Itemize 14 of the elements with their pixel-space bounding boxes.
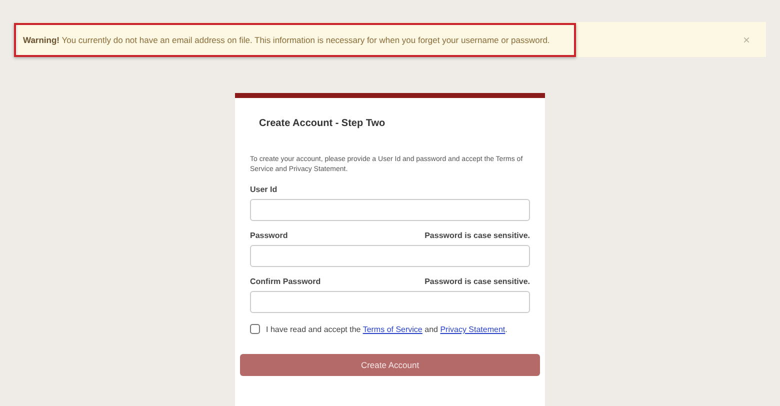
field-label: Confirm Password [250, 277, 321, 286]
input-field[interactable] [250, 199, 530, 221]
agree-checkbox[interactable] [250, 324, 260, 334]
agreement-text: I have read and accept the Terms of Service and Privacy Statement. [266, 324, 508, 336]
field-label: User Id [250, 185, 278, 194]
agreement-link[interactable]: Privacy Statement [440, 325, 506, 334]
field-hint: Password is case sensitive. [424, 277, 530, 286]
field-hint: Password is case sensitive. [424, 231, 530, 240]
input-field[interactable] [250, 291, 530, 313]
field-label: Password [250, 231, 288, 240]
warning-message: Warning! You currently do not have an email address on file. This information is necessary for when you forget your username or password. [14, 22, 576, 56]
form-title: Create Account - Step Two [259, 118, 386, 129]
input-field[interactable] [250, 245, 530, 267]
agreement-link[interactable]: Terms of Service [362, 325, 422, 334]
